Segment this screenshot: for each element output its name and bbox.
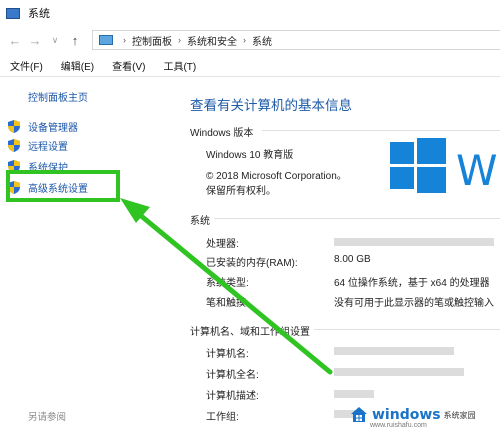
pen-touch-label: 笔和触摸:: [206, 298, 249, 309]
shield-icon: [8, 119, 20, 133]
window-title: 系统: [28, 8, 50, 20]
menu-view[interactable]: 查看(V): [112, 58, 145, 73]
logo-tile: [417, 138, 446, 164]
highlight-box: [6, 170, 120, 202]
computer-name-redacted: [334, 347, 454, 355]
computer-name-label: 计算机名:: [206, 349, 249, 360]
watermark-subtitle: 系统家园: [443, 410, 476, 420]
ram-value: 8.00 GB: [334, 254, 371, 265]
windows-logo-text: Wi: [456, 146, 500, 195]
chevron-right-icon[interactable]: ›: [123, 35, 126, 45]
processor-label: 处理器:: [206, 239, 239, 250]
logo-tile: [390, 167, 414, 189]
rights-text: 保留所有权利。: [206, 186, 276, 197]
section-divider: [314, 329, 500, 330]
watermark-brand: windows: [372, 407, 441, 423]
breadcrumb-system-security[interactable]: 系统和安全: [187, 33, 237, 48]
pen-touch-value: 没有可用于此显示器的笔或触控输入: [334, 298, 494, 309]
logo-tile: [390, 142, 414, 164]
see-also-heading: 另请参阅: [28, 412, 67, 423]
sidebar-item-label: 设备管理器: [28, 122, 78, 134]
chevron-right-icon[interactable]: ›: [243, 35, 246, 45]
computer-description-label: 计算机描述:: [206, 391, 259, 402]
system-window-icon: [6, 7, 20, 19]
windows-logo: Wi: [390, 138, 500, 200]
chevron-right-icon[interactable]: ›: [178, 35, 181, 45]
menu-bar: 文件(F) 编辑(E) 查看(V) 工具(T): [0, 56, 500, 74]
ram-label: 已安装的内存(RAM):: [206, 258, 298, 269]
shield-icon: [8, 138, 20, 152]
breadcrumb-system[interactable]: 系统: [252, 33, 272, 48]
system-heading: 系统: [190, 216, 210, 227]
sidebar-item-remote-settings[interactable]: 远程设置: [8, 136, 68, 154]
full-computer-name-redacted: [334, 368, 464, 376]
address-bar[interactable]: › 控制面板 › 系统和安全 › 系统: [92, 30, 500, 50]
breadcrumb-control-panel[interactable]: 控制面板: [132, 33, 172, 48]
edition-name: Windows 10 教育版: [206, 150, 294, 161]
windows-edition-heading: Windows 版本: [190, 128, 254, 139]
copyright-text: © 2018 Microsoft Corporation。: [206, 171, 347, 182]
control-panel-icon: [99, 35, 113, 45]
computer-description-redacted: [334, 390, 374, 398]
recent-chevron-down-icon[interactable]: ∨: [46, 31, 64, 49]
system-type-value: 64 位操作系统，基于 x64 的处理器: [334, 278, 490, 289]
forward-arrow-icon[interactable]: →: [26, 31, 44, 49]
page-title: 查看有关计算机的基本信息: [190, 98, 352, 113]
navigation-bar: ← → ∨ ↑ › 控制面板 › 系统和安全 › 系统: [0, 26, 500, 54]
watermark-url: www.ruishafu.com: [370, 422, 427, 429]
computer-name-heading: 计算机名、域和工作组设置: [190, 327, 310, 338]
section-divider: [214, 218, 500, 219]
control-panel-home-link[interactable]: 控制面板主页: [28, 89, 88, 104]
workgroup-label: 工作组:: [206, 412, 239, 423]
processor-value-redacted: [334, 238, 494, 246]
sidebar-item-device-manager[interactable]: 设备管理器: [8, 117, 78, 135]
sidebar-item-label: 远程设置: [28, 141, 68, 153]
logo-tile: [417, 167, 446, 193]
windows-home-logo-icon: [351, 407, 367, 422]
sidebar: 控制面板主页 设备管理器 远程设置 系统保护 高级系统设置 另请参阅: [0, 77, 180, 432]
section-divider: [262, 130, 500, 131]
system-type-label: 系统类型:: [206, 278, 249, 289]
title-bar: 系统: [0, 0, 500, 26]
menu-edit[interactable]: 编辑(E): [61, 58, 94, 73]
up-arrow-icon[interactable]: ↑: [66, 31, 84, 49]
full-computer-name-label: 计算机全名:: [206, 370, 259, 381]
back-arrow-icon[interactable]: ←: [6, 31, 24, 49]
menu-file[interactable]: 文件(F): [10, 58, 43, 73]
menu-tools[interactable]: 工具(T): [163, 58, 196, 73]
